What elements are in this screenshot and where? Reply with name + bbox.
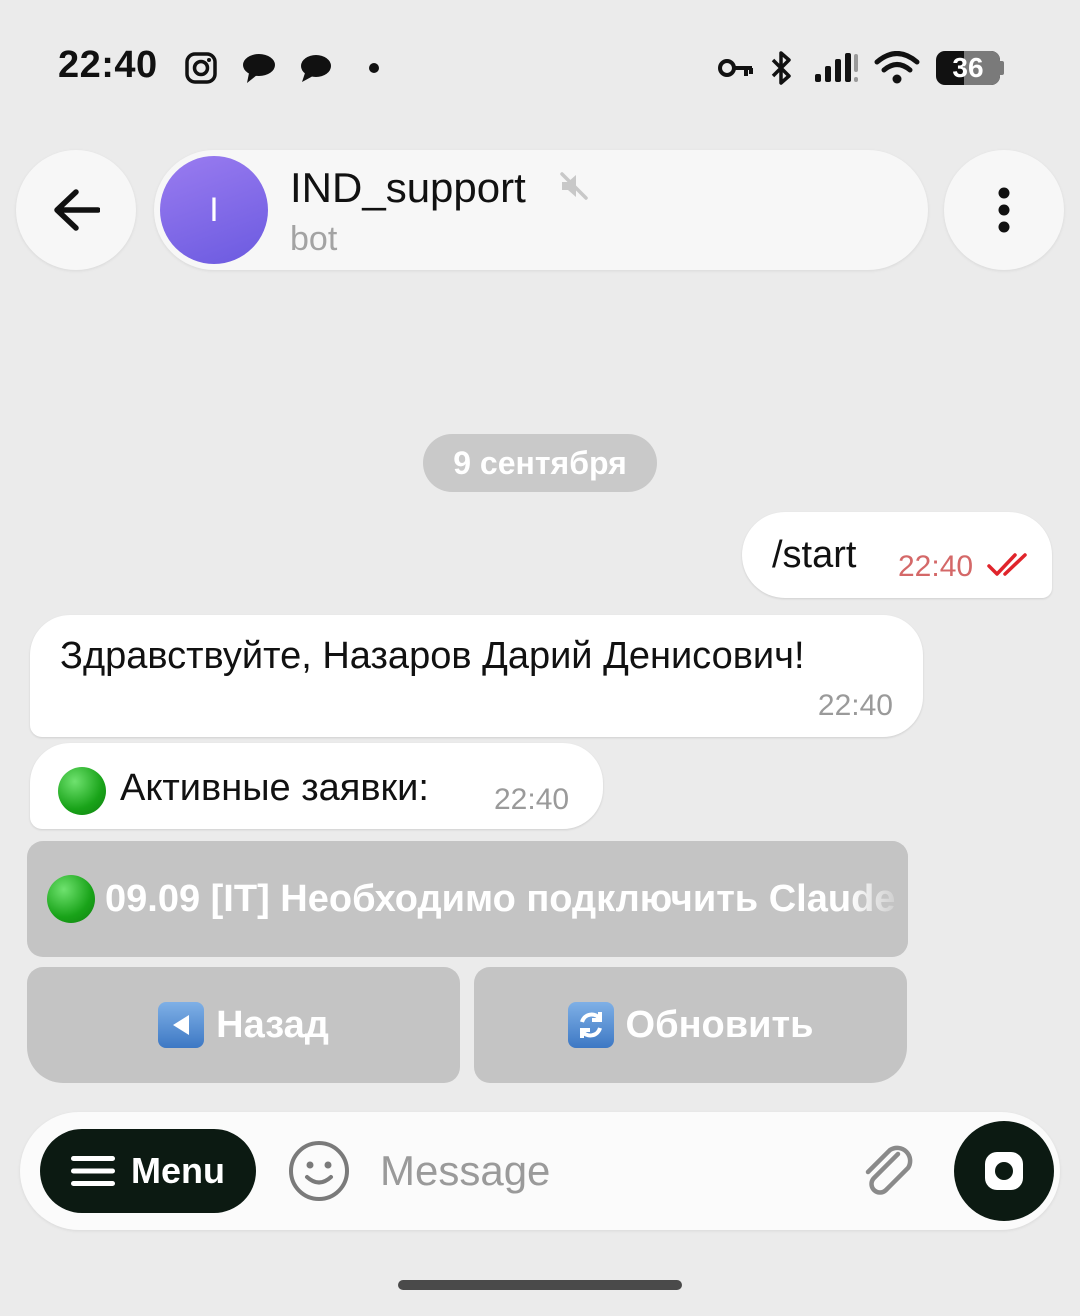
avatar[interactable]: I	[160, 156, 268, 264]
chat-bubbles-icon	[241, 50, 277, 86]
dot-icon	[366, 50, 382, 86]
wifi-icon	[874, 50, 920, 86]
back-inline-button[interactable]: Назад	[27, 967, 460, 1083]
battery-icon: 36	[934, 50, 1006, 86]
refresh-inline-button[interactable]: Обновить	[474, 967, 907, 1083]
chat-subtitle: bot	[290, 220, 338, 258]
message-text: Здравствуйте, Назаров Дарий Денисович!	[60, 635, 805, 677]
message-text: Активные заявки:	[120, 767, 429, 809]
menu-button[interactable]: Menu	[40, 1129, 256, 1213]
paperclip-icon	[865, 1145, 913, 1195]
date-chip: 9 сентября	[423, 434, 657, 492]
vpn-key-icon	[718, 50, 754, 86]
hamburger-icon	[71, 1156, 115, 1186]
emoji-button[interactable]	[288, 1140, 350, 1207]
smiley-icon	[289, 1141, 349, 1201]
refresh-icon	[567, 1002, 614, 1048]
incoming-message[interactable]: Здравствуйте, Назаров Дарий Денисович! 2…	[30, 615, 923, 737]
message-time: 22:40	[494, 783, 570, 816]
more-options-button[interactable]	[944, 150, 1064, 270]
attach-button[interactable]	[858, 1140, 918, 1207]
battery-level: 36	[952, 52, 984, 83]
camera-button[interactable]	[954, 1121, 1054, 1221]
read-checkmarks-icon	[987, 553, 1027, 576]
outgoing-message[interactable]: /start 22:40	[742, 512, 1052, 598]
green-circle-icon	[58, 767, 106, 815]
signal-icon	[812, 50, 860, 86]
chat-header[interactable]: I IND_support bot	[154, 150, 928, 270]
camera-icon	[985, 1152, 1023, 1190]
ticket-label: 09.09 [IT] Необходимо подключить Claude	[105, 877, 896, 920]
avatar-letter: I	[209, 190, 219, 229]
muted-icon	[558, 170, 590, 207]
back-button[interactable]	[16, 150, 136, 270]
more-vertical-icon	[998, 187, 1010, 233]
back-triangle-icon	[158, 1002, 205, 1048]
message-time: 22:40	[898, 550, 974, 583]
arrow-left-icon	[54, 189, 100, 231]
instagram-icon	[183, 50, 219, 86]
message-text: /start	[772, 534, 857, 576]
home-indicator	[398, 1280, 682, 1290]
ticket-button[interactable]: 09.09 [IT] Необходимо подключить Claude	[27, 841, 908, 957]
status-time: 22:40	[58, 44, 158, 86]
refresh-label: Обновить	[625, 1003, 814, 1046]
message-composer: Menu	[20, 1112, 1060, 1230]
incoming-message[interactable]: Активные заявки: 22:40	[30, 743, 603, 829]
bluetooth-icon	[766, 50, 796, 86]
green-circle-icon	[47, 875, 95, 923]
menu-label: Menu	[131, 1150, 225, 1191]
message-input[interactable]	[380, 1136, 840, 1206]
back-label: Назад	[216, 1003, 329, 1046]
message-icon	[298, 50, 334, 86]
chat-title: IND_support	[290, 164, 526, 211]
message-time: 22:40	[817, 689, 893, 722]
